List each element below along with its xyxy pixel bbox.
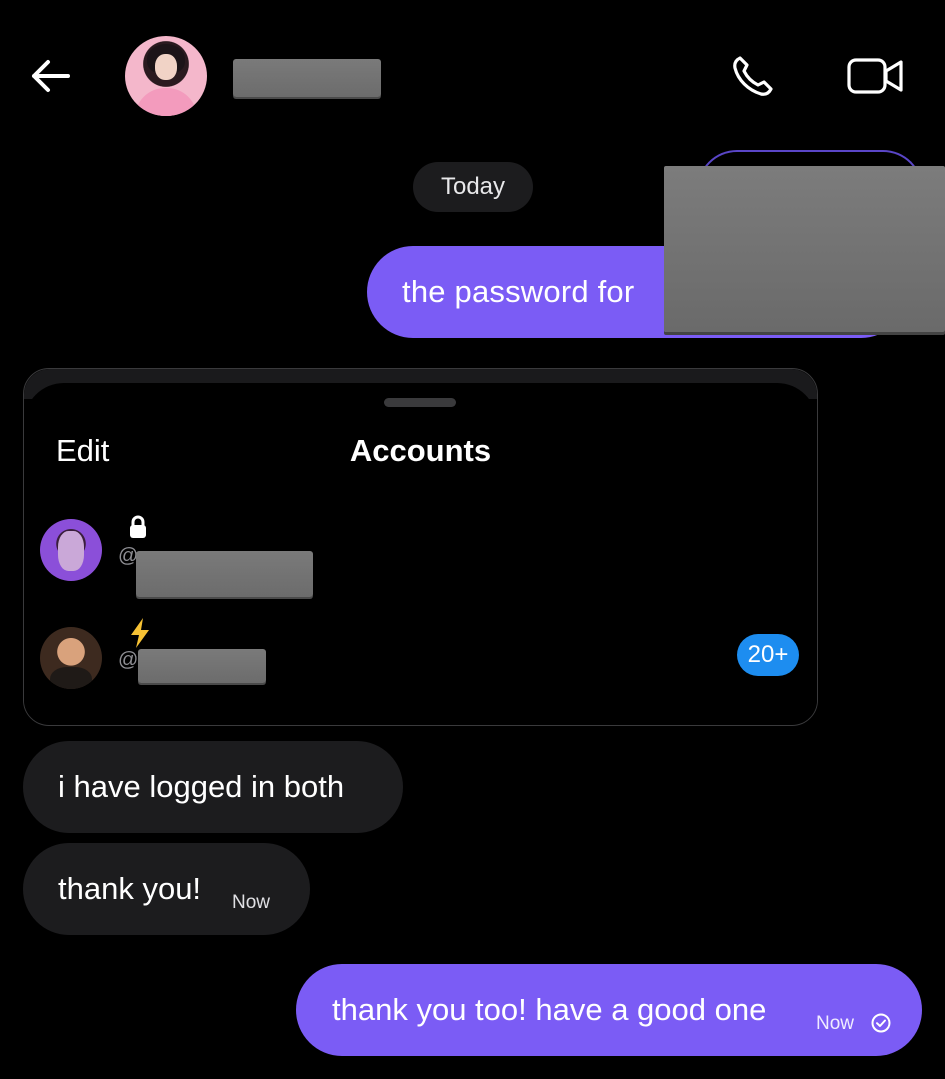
account-handle-redacted	[138, 649, 266, 683]
account-row: @	[40, 509, 800, 597]
account-avatar	[40, 627, 102, 689]
sheet-grabber	[384, 398, 456, 407]
account-handle-prefix: @	[118, 649, 139, 671]
call-button[interactable]	[728, 52, 780, 100]
account-handle-redacted	[136, 551, 313, 597]
account-row: @	[40, 617, 800, 697]
video-camera-icon	[847, 58, 903, 94]
message-time: Now	[816, 1013, 855, 1034]
contact-avatar[interactable]	[125, 36, 207, 116]
phone-icon	[733, 56, 773, 96]
redaction-block	[664, 166, 945, 332]
check-circle-icon	[871, 1013, 891, 1033]
account-avatar	[40, 519, 102, 581]
message-bubble-outgoing[interactable]: thank you too! have a good one Now	[296, 964, 922, 1056]
message-time: Now	[232, 892, 271, 913]
message-text: i have logged in both	[58, 769, 345, 804]
lock-icon	[128, 515, 148, 546]
contact-name-redacted[interactable]	[233, 59, 381, 97]
video-call-button[interactable]	[846, 52, 904, 100]
message-text: thank you too! have a good one	[332, 992, 767, 1027]
arrow-left-icon	[32, 60, 70, 92]
message-text: thank you!	[58, 871, 202, 906]
shared-screenshot-image[interactable]: Edit Accounts @ @ 20+	[23, 368, 818, 726]
message-bubble-incoming[interactable]: i have logged in both	[23, 741, 403, 833]
message-bubble-incoming[interactable]: thank you! Now	[23, 843, 310, 935]
date-separator: Today	[413, 162, 533, 212]
accounts-title: Accounts	[349, 433, 492, 468]
back-button[interactable]	[22, 52, 78, 100]
notification-badge: 20+	[737, 634, 799, 676]
message-text: the password for	[402, 274, 635, 309]
